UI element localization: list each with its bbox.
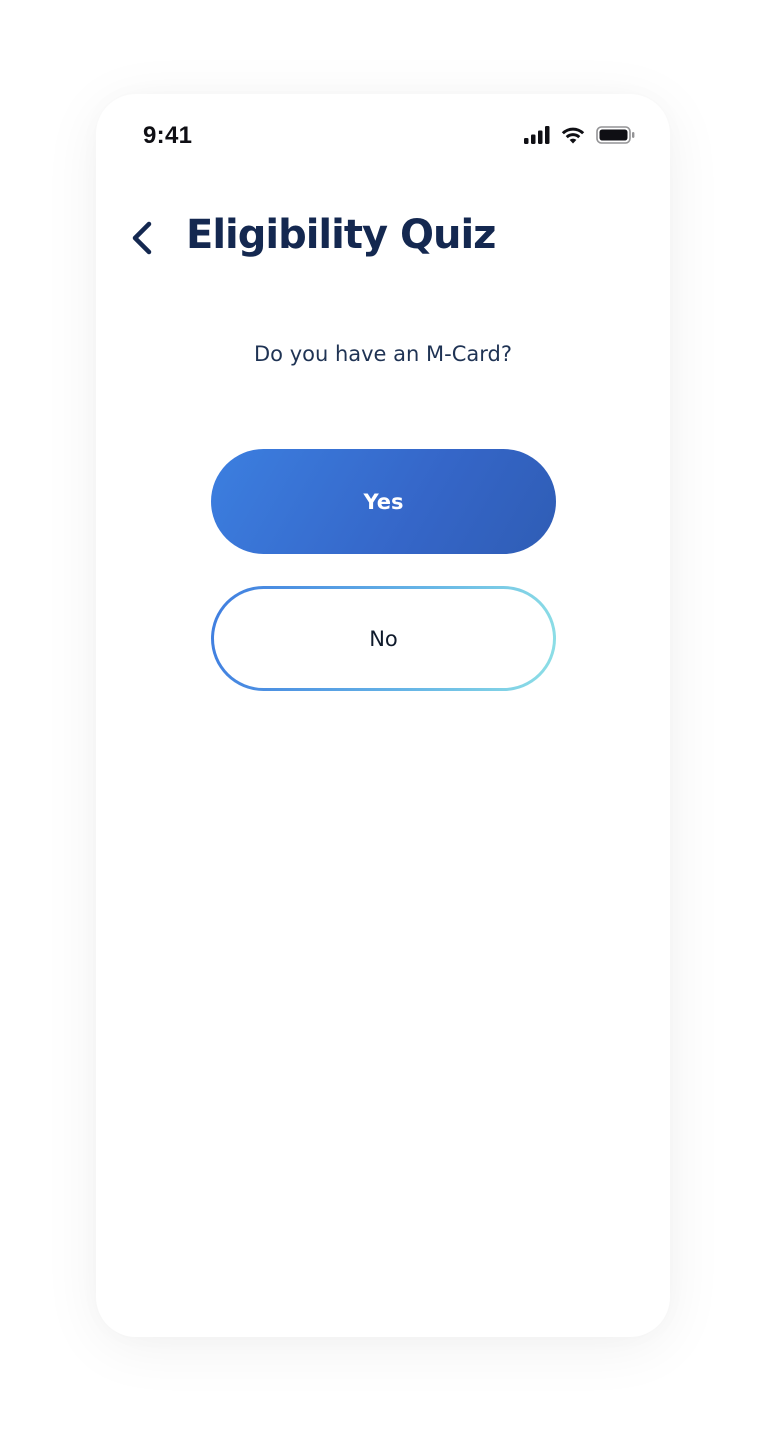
chevron-left-icon [129, 220, 155, 261]
yes-button-label: Yes [363, 489, 404, 514]
page-header: Eligibility Quiz [96, 206, 670, 276]
quiz-question: Do you have an M-Card? [254, 342, 512, 366]
phone-screen: 9:41 Eligibility Quiz Do you have an M-C… [96, 94, 670, 1337]
cellular-signal-icon [524, 126, 550, 144]
yes-button[interactable]: Yes [211, 449, 556, 554]
status-bar: 9:41 [96, 94, 670, 178]
app-canvas: 9:41 Eligibility Quiz Do you have an M-C… [0, 0, 766, 1436]
no-button-label: No [369, 626, 398, 651]
back-button[interactable] [120, 214, 164, 266]
status-time: 9:41 [143, 122, 193, 149]
battery-icon [596, 126, 636, 144]
page-title: Eligibility Quiz [186, 212, 496, 258]
wifi-icon [561, 126, 585, 144]
no-button[interactable]: No [211, 586, 556, 691]
status-icons [524, 124, 636, 146]
